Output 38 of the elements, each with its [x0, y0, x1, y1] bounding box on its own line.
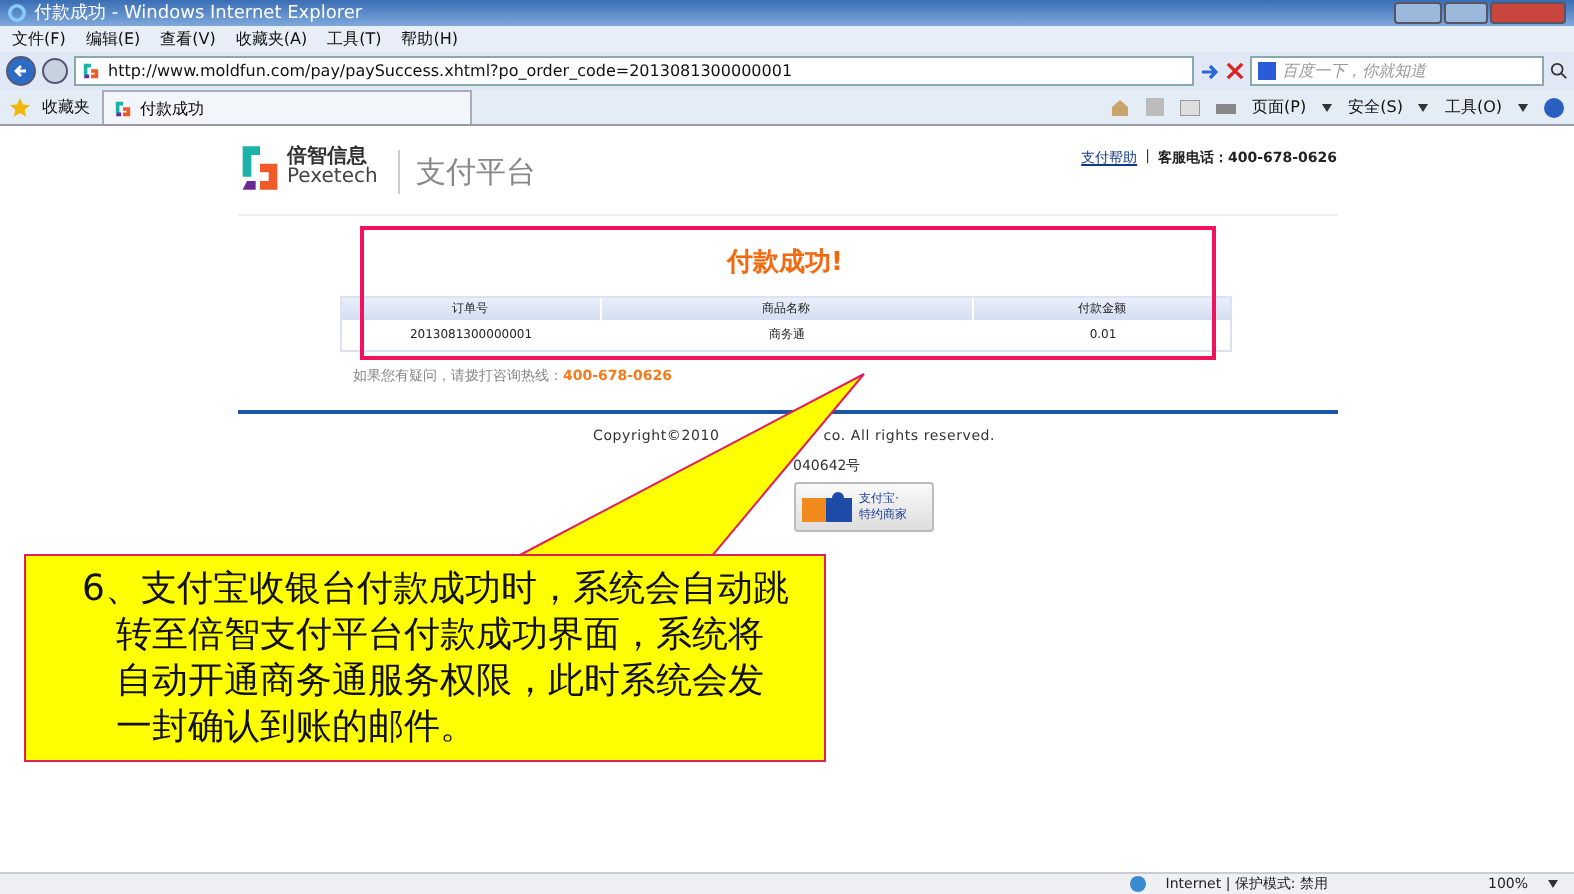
address-field[interactable]: http://www.moldfun.com/pay/paySuccess.xhtml?po_order_code=2013081300000001	[74, 56, 1194, 86]
star-icon[interactable]	[10, 97, 30, 117]
success-title: 付款成功!	[727, 246, 843, 280]
logo-text: 倍智信息	[287, 148, 367, 168]
command-menu[interactable]: 工具(O)	[1444, 96, 1502, 118]
caret-icon[interactable]	[1548, 880, 1558, 888]
puzzle-icon	[801, 491, 853, 523]
maximize-button[interactable]	[1444, 2, 1488, 24]
site-logo-icon	[82, 62, 100, 80]
search-placeholder: 百度一下，你就知道	[1282, 60, 1426, 82]
menu-item[interactable]: 帮助(H)	[401, 28, 458, 50]
go-arrow-icon[interactable]	[1200, 61, 1220, 81]
menu-item[interactable]: 收藏夹(A)	[235, 28, 308, 50]
site-logo-icon	[114, 99, 132, 117]
caret-icon[interactable]	[1418, 103, 1429, 111]
search-icon[interactable]	[1550, 62, 1568, 80]
favorites-label[interactable]: 收藏夹	[42, 96, 90, 118]
platform-title: 支付平台	[397, 150, 536, 194]
stop-icon[interactable]	[1226, 62, 1244, 80]
menu-item[interactable]: 编辑(E)	[85, 28, 141, 50]
browser-tab[interactable]: 付款成功	[102, 90, 472, 124]
menu-item[interactable]: 工具(T)	[327, 28, 382, 50]
menu-item[interactable]: 文件(F)	[12, 28, 66, 50]
command-menu[interactable]: 页面(P)	[1252, 96, 1307, 118]
menu-item[interactable]: 查看(V)	[160, 28, 216, 50]
forward-button[interactable]	[42, 58, 68, 84]
caret-icon[interactable]	[1322, 103, 1333, 111]
left-arrow-icon	[14, 64, 28, 78]
window-title: 付款成功 - Windows Internet Explorer	[34, 1, 363, 26]
callout-text: 6、支付宝收银台付款成功时，系统会自动跳 转至倍智支付平台付款成功界面，系统将 自动开通商务通服务权限，此时系统会发 一封确认到账的邮件。	[80, 566, 789, 750]
minimize-button[interactable]	[1394, 2, 1442, 24]
caret-icon[interactable]	[1518, 103, 1528, 111]
browser-logo-icon	[8, 4, 26, 22]
back-button[interactable]	[6, 56, 36, 86]
command-menu[interactable]: 安全(S)	[1348, 96, 1403, 118]
logo-text: Pexetech	[287, 168, 378, 188]
company-logo-icon	[237, 142, 281, 194]
url-text: http://www.moldfun.com/pay/paySuccess.xhtml?po_order_code=2013081300000001	[108, 62, 793, 80]
